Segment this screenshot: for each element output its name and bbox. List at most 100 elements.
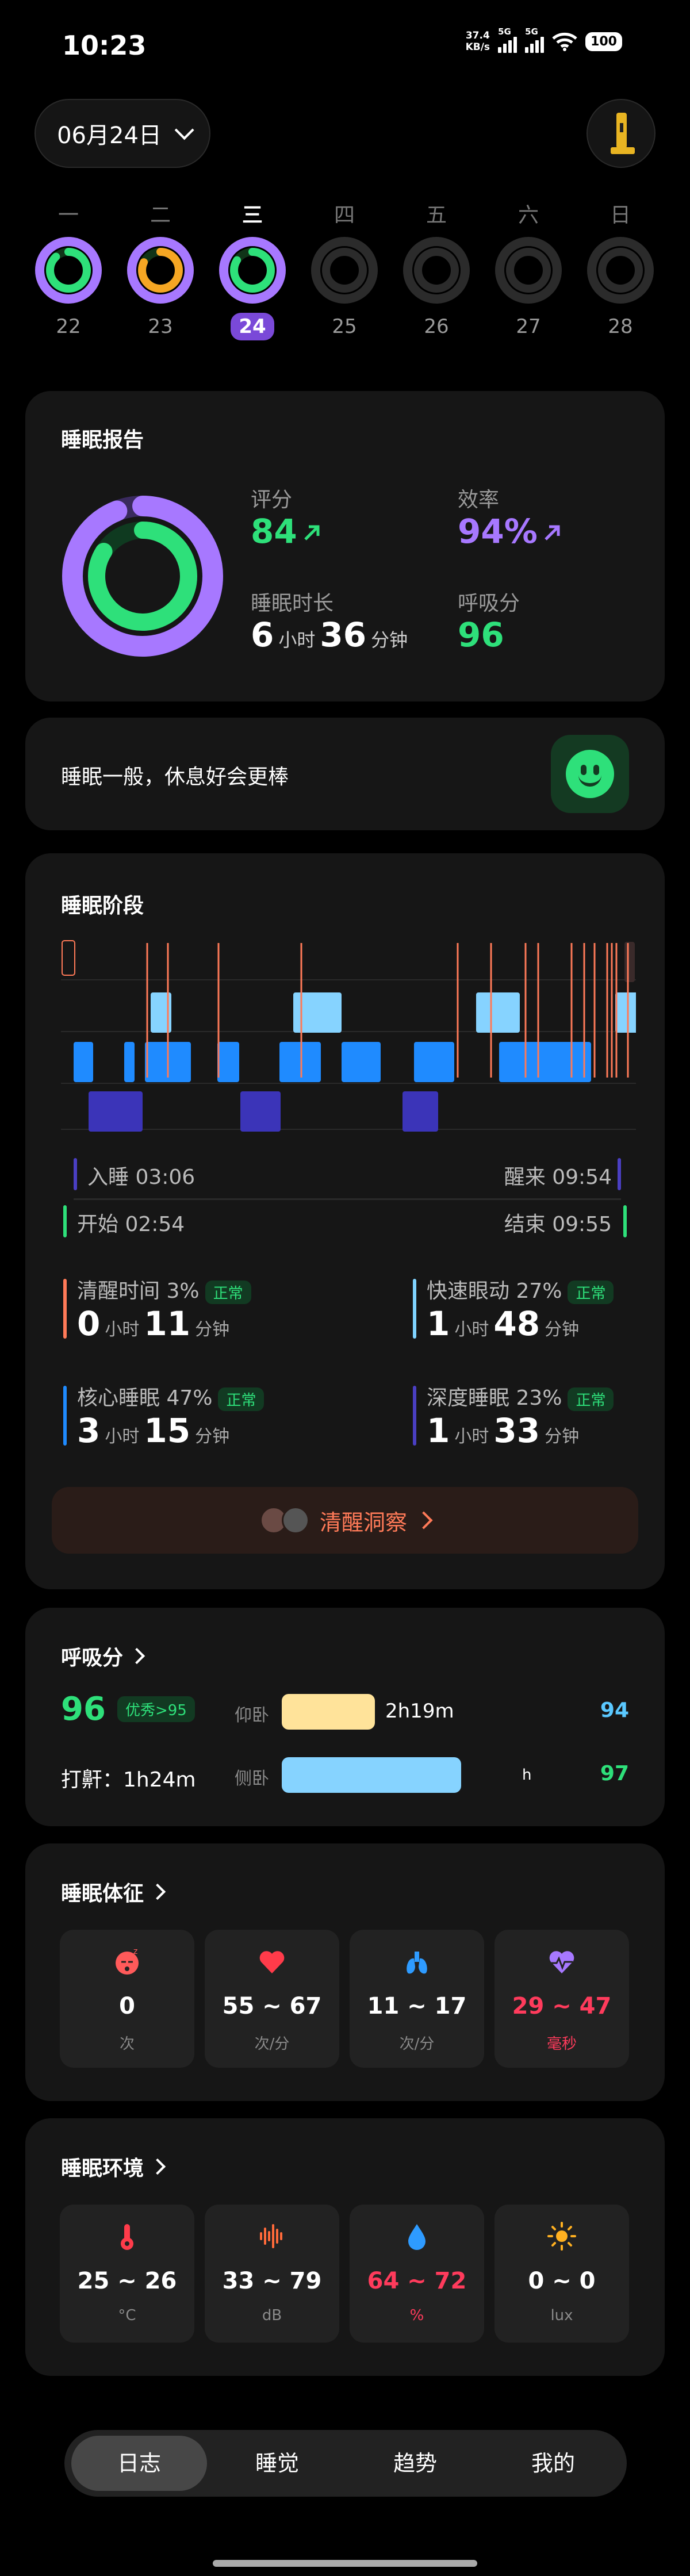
rem-segment — [476, 992, 520, 1033]
vitals-tile[interactable]: 55 ~ 67 次/分 — [205, 1930, 339, 2068]
arrow-up-right-icon — [545, 525, 560, 540]
status-bar: 10:23 37.4 KB/s 5G 5G 100 — [0, 0, 690, 86]
nav-tab-2[interactable]: 趋势 — [347, 2436, 483, 2491]
day-23[interactable]: 二 23 — [123, 201, 198, 340]
core-segment — [342, 1042, 381, 1082]
sleep-report-card[interactable]: 睡眠报告 评分 84 效率 94% 睡眠时长 6 小时 36 分钟 呼吸分 96 — [25, 391, 665, 702]
day-25[interactable]: 四 25 — [307, 201, 382, 340]
vitals-card[interactable]: 睡眠体征 z 0 次 55 ~ 67 次/分 11 ~ 17 次/分 29 ~ 47 毫秒 — [25, 1843, 665, 2101]
deep-segment — [402, 1091, 438, 1132]
bottom-nav: 日志 睡觉 趋势 我的 — [64, 2430, 627, 2497]
weekday-label: 日 — [610, 204, 631, 227]
end-time: 结束 09:55 — [504, 1213, 612, 1236]
report-ring — [62, 496, 223, 657]
day-24[interactable]: 三 24 — [215, 201, 290, 340]
core-segment — [279, 1042, 321, 1082]
fell-asleep-time: 入睡 03:06 — [87, 1166, 195, 1189]
supine-score: 94 — [600, 1699, 629, 1722]
day-ring — [311, 237, 378, 304]
awake-label: 清醒时间 3% — [77, 1279, 200, 1303]
speaker-icon — [281, 1506, 309, 1534]
chevron-right-icon — [149, 2158, 166, 2175]
breathing-title[interactable]: 呼吸分 — [61, 1641, 145, 1671]
vitals-unit: 次/分 — [254, 2035, 290, 2053]
date-selector[interactable]: 06月24日 — [34, 99, 210, 168]
vitals-tile[interactable]: 29 ~ 47 毫秒 — [494, 1930, 629, 2068]
summary-card[interactable]: 睡眠一般，休息好会更棒 — [25, 718, 665, 830]
core-badge: 正常 — [218, 1387, 264, 1411]
device-button[interactable] — [586, 99, 656, 168]
environment-tile[interactable]: 64 ~ 72% — [350, 2205, 484, 2343]
date-number: 26 — [424, 315, 449, 338]
week-strip: 一 22 二 23 三 24 四 25 五 26 六 27 日 28 — [0, 201, 690, 368]
environment-tile[interactable]: 0 ~ 0 lux — [494, 2205, 629, 2343]
chevron-down-icon — [174, 120, 194, 140]
date-number: 22 — [56, 315, 81, 338]
day-28[interactable]: 日 28 — [583, 201, 658, 340]
breath-label: 呼吸分 — [458, 592, 520, 615]
core-segment — [499, 1042, 591, 1082]
environment-tile[interactable]: 33 ~ 79 dB — [205, 2205, 339, 2343]
awake-badge: 正常 — [205, 1280, 251, 1304]
core-segment — [217, 1042, 239, 1082]
vitals-value: 55 ~ 67 — [222, 1993, 322, 2019]
weekday-label: 一 — [57, 204, 79, 227]
rem-indicator — [413, 1279, 416, 1339]
home-indicator[interactable] — [213, 2560, 477, 2567]
efficiency-value: 94% — [458, 512, 562, 551]
deep-stat: 深度睡眠 23% 正常 — [427, 1381, 614, 1411]
supine-bar — [282, 1694, 375, 1730]
deep-duration: 1 小时 33 分钟 — [427, 1411, 580, 1450]
insight-label: 清醒洞察 — [319, 1509, 407, 1535]
vitals-tile[interactable]: 11 ~ 17 次/分 — [350, 1930, 484, 2068]
net-speed-value: 37.4 — [465, 30, 490, 41]
environment-card[interactable]: 睡眠环境 25 ~ 26 °C 33 ~ 79 dB 64 ~ 72% 0 ~ 0 lux — [25, 2118, 665, 2376]
environment-unit: dB — [262, 2307, 282, 2324]
environment-tile[interactable]: 25 ~ 26 °C — [60, 2205, 194, 2343]
side-bar — [282, 1757, 461, 1793]
deep-label: 深度睡眠 23% — [427, 1386, 562, 1410]
rem-badge: 正常 — [568, 1280, 614, 1304]
sleep-stages-card[interactable]: 睡眠阶段 入睡 03:06 醒来 09:54 开始 02:54 结束 09:55… — [25, 853, 665, 1589]
environment-unit: lux — [550, 2307, 573, 2324]
day-ring — [219, 237, 286, 304]
environment-value: 64 ~ 72 — [367, 2268, 467, 2294]
day-22[interactable]: 一 22 — [31, 201, 106, 340]
arrow-up-right-icon — [304, 525, 320, 540]
vitals-unit: 次 — [119, 2035, 135, 2053]
signal-icon: 5G — [498, 26, 518, 53]
vitals-tile[interactable]: z 0 次 — [60, 1930, 194, 2068]
nav-tab-1[interactable]: 睡觉 — [209, 2436, 345, 2491]
environment-title[interactable]: 睡眠环境 — [61, 2152, 166, 2182]
environment-value: 25 ~ 26 — [77, 2268, 177, 2294]
duration-hours: 6 — [251, 615, 274, 654]
humidity-drop-icon — [408, 2224, 425, 2250]
day-26[interactable]: 五 26 — [399, 201, 474, 340]
vitals-value: 29 ~ 47 — [512, 1993, 612, 2019]
day-27[interactable]: 六 27 — [491, 201, 566, 340]
battery-icon: 100 — [585, 32, 622, 51]
mood-button[interactable] — [551, 735, 629, 813]
awake-insight-button[interactable]: 清醒洞察 — [52, 1487, 638, 1554]
awake-duration: 0 小时 11 分钟 — [77, 1304, 230, 1343]
rem-stat: 快速眼动 27% 正常 — [427, 1274, 614, 1304]
woke-time: 醒来 09:54 — [504, 1166, 612, 1189]
smile-icon — [566, 750, 614, 798]
supine-label: 仰卧 — [235, 1705, 269, 1726]
side-time: h — [522, 1766, 532, 1784]
deep-segment — [89, 1091, 143, 1132]
heart-icon — [259, 1951, 285, 1973]
net-speed-unit: KB/s — [465, 41, 490, 53]
environment-value: 33 ~ 79 — [222, 2268, 322, 2294]
duration-minutes-unit: 分钟 — [371, 629, 408, 651]
breathing-score: 96 优秀>95 — [61, 1690, 195, 1728]
nav-tab-0[interactable]: 日志 — [71, 2436, 207, 2491]
lungs-icon — [407, 1952, 427, 1974]
breathing-card[interactable]: 呼吸分 96 优秀>95 打鼾：1h24m 仰卧 2h19m 94 侧卧 h 9… — [25, 1608, 665, 1826]
status-icons: 37.4 KB/s 5G 5G 100 — [465, 26, 622, 53]
nav-tab-3[interactable]: 我的 — [485, 2436, 621, 2491]
weekday-label: 五 — [425, 204, 447, 227]
vitals-title[interactable]: 睡眠体征 — [61, 1877, 166, 1907]
environment-unit: % — [409, 2307, 424, 2324]
chevron-right-icon — [149, 1883, 166, 1900]
